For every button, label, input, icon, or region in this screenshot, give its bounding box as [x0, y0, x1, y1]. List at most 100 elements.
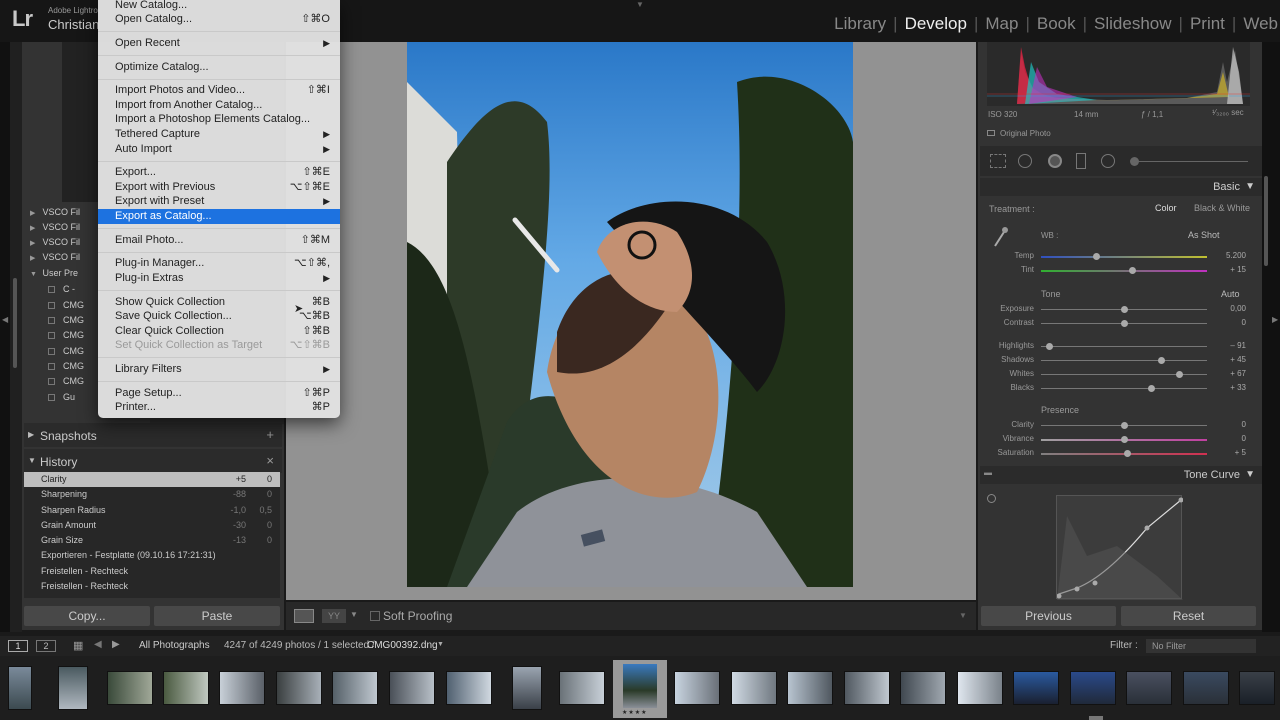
forward-arrow-icon[interactable]: ▶: [112, 639, 120, 650]
tone-curve-graph[interactable]: [1056, 495, 1184, 600]
filmstrip-thumb[interactable]: [58, 666, 88, 710]
menu-auto-import[interactable]: Auto Import ▶: [98, 142, 340, 157]
slider-value[interactable]: 0: [1216, 318, 1246, 327]
filmstrip-thumb[interactable]: [276, 671, 322, 705]
main-photo[interactable]: [407, 42, 853, 587]
filmstrip-thumb[interactable]: [107, 671, 153, 705]
slider-thumb[interactable]: [1121, 320, 1128, 327]
filmstrip-thumb[interactable]: [674, 671, 720, 705]
preset-item[interactable]: CMG: [48, 300, 84, 310]
preset-item[interactable]: CMG: [48, 361, 84, 371]
filmstrip-thumb-selected[interactable]: [623, 664, 657, 708]
adjustment-brush-icon[interactable]: [1130, 157, 1139, 166]
menu-open-catalog[interactable]: Open Catalog... ⇧⌘O: [98, 12, 340, 27]
slider-value[interactable]: + 5: [1216, 448, 1246, 457]
slider-track[interactable]: [1041, 360, 1207, 361]
slider-thumb[interactable]: [1121, 436, 1128, 443]
preset-item[interactable]: CMG: [48, 315, 84, 325]
filmstrip-thumb[interactable]: [332, 671, 378, 705]
slider-value[interactable]: + 15: [1216, 265, 1246, 274]
filmstrip-source[interactable]: All Photographs: [139, 640, 210, 651]
scrollbar-thumb[interactable]: [13, 278, 17, 368]
history-row[interactable]: Grain Amount -30 0: [24, 518, 280, 533]
main-window-button[interactable]: 1: [8, 640, 28, 652]
tone-curve-panel-header[interactable]: ▬ Tone Curve ▼: [980, 466, 1262, 484]
menu-export-with-preset[interactable]: Export with Preset ▶: [98, 194, 340, 209]
menu-import-photos[interactable]: Import Photos and Video... ⇧⌘I: [98, 83, 340, 98]
second-window-button[interactable]: 2: [36, 640, 56, 652]
slider-track[interactable]: [1041, 270, 1207, 272]
toolbar-menu-icon[interactable]: ▼: [959, 611, 967, 620]
module-slideshow[interactable]: Slideshow: [1087, 14, 1179, 34]
menu-tethered-capture[interactable]: Tethered Capture ▶: [98, 127, 340, 142]
scrollbar-thumb[interactable]: [1264, 176, 1268, 266]
copy-button[interactable]: Copy...: [24, 606, 150, 626]
filmstrip-thumb[interactable]: [844, 671, 890, 705]
navigator-preview[interactable]: [62, 42, 102, 202]
collapse-top-icon[interactable]: ▼: [636, 0, 644, 9]
panel-switch-icon[interactable]: ▬: [984, 468, 992, 477]
menu-save-quick-collection[interactable]: Save Quick Collection... ⌥⌘B: [98, 309, 340, 324]
history-row[interactable]: Clarity +5 0: [24, 472, 280, 488]
filmstrip-thumb[interactable]: [731, 671, 777, 705]
filmstrip-thumb[interactable]: [1126, 671, 1172, 705]
slider-track[interactable]: [1041, 388, 1207, 389]
menu-plugin-manager[interactable]: Plug-in Manager... ⌥⇧⌘,: [98, 256, 340, 271]
radial-filter-icon[interactable]: [1101, 154, 1115, 168]
original-photo-checkbox[interactable]: [987, 130, 995, 136]
filmstrip-thumb[interactable]: [219, 671, 265, 705]
preset-item[interactable]: CMG: [48, 376, 84, 386]
collapse-left-icon[interactable]: ◀: [2, 315, 8, 324]
slider-value[interactable]: 0: [1216, 420, 1246, 429]
filmstrip-thumb[interactable]: [8, 666, 32, 710]
graduated-filter-icon[interactable]: [1076, 153, 1086, 169]
snapshots-panel-header[interactable]: ▶ Snapshots +: [24, 423, 282, 447]
slider-thumb[interactable]: [1157, 357, 1165, 364]
preset-folder[interactable]: ▶ VSCO Fil: [30, 252, 80, 267]
module-book[interactable]: Book: [1030, 14, 1083, 34]
preset-item[interactable]: CMG: [48, 346, 84, 356]
eyedropper-icon[interactable]: [992, 226, 1008, 248]
history-row[interactable]: Grain Size -13 0: [24, 533, 280, 548]
clear-history-button[interactable]: ×: [266, 453, 274, 468]
previous-button[interactable]: Previous: [981, 606, 1116, 626]
slider-value[interactable]: 5.200: [1216, 251, 1246, 260]
targeted-adjustment-icon[interactable]: [987, 494, 996, 503]
preset-folder[interactable]: ▶ VSCO Fil: [30, 222, 80, 237]
filmstrip-thumb[interactable]: [559, 671, 605, 705]
menu-import-catalog[interactable]: Import from Another Catalog...: [98, 98, 340, 113]
reset-button[interactable]: Reset: [1121, 606, 1256, 626]
grid-view-icon[interactable]: ▦: [73, 639, 83, 652]
menu-library-filters[interactable]: Library Filters ▶: [98, 362, 340, 377]
slider-thumb[interactable]: [1121, 306, 1128, 313]
history-panel-header[interactable]: ▼ History ×: [24, 449, 282, 473]
slider-thumb[interactable]: [1092, 253, 1100, 260]
filmstrip-thumb[interactable]: [389, 671, 435, 705]
menu-export-as-catalog[interactable]: Export as Catalog...: [98, 209, 340, 224]
menu-plugin-extras[interactable]: Plug-in Extras ▶: [98, 271, 340, 286]
preset-folder[interactable]: ▼ User Pre: [30, 268, 78, 283]
filmstrip-thumb[interactable]: [957, 671, 1003, 705]
paste-button[interactable]: Paste: [154, 606, 280, 626]
preset-item[interactable]: CMG: [48, 330, 84, 340]
module-web[interactable]: Web: [1236, 14, 1280, 34]
preset-folder[interactable]: ▶ VSCO Fil: [30, 237, 80, 252]
star-rating[interactable]: ★★★★: [622, 709, 648, 716]
crop-tool-icon[interactable]: [990, 154, 1006, 168]
module-print[interactable]: Print: [1183, 14, 1232, 34]
filmstrip-thumb[interactable]: [1013, 671, 1059, 705]
histogram[interactable]: [987, 42, 1250, 106]
selected-thumb-frame[interactable]: ★★★★: [613, 660, 667, 718]
module-map[interactable]: Map: [978, 14, 1025, 34]
chevron-down-icon[interactable]: ▼: [437, 641, 444, 648]
selected-filename[interactable]: CMG00392.dng: [367, 640, 438, 651]
slider-value[interactable]: 0,00: [1216, 304, 1246, 313]
filmstrip-thumb[interactable]: [787, 671, 833, 705]
preset-item[interactable]: C -: [48, 284, 75, 294]
menu-export[interactable]: Export... ⇧⌘E: [98, 165, 340, 180]
filmstrip-thumb[interactable]: [512, 666, 542, 710]
filmstrip-scrollbar-thumb[interactable]: [1089, 716, 1103, 720]
filter-dropdown[interactable]: No Filter: [1146, 639, 1256, 653]
loupe-view-icon[interactable]: [294, 609, 314, 623]
filmstrip-thumb[interactable]: [1070, 671, 1116, 705]
